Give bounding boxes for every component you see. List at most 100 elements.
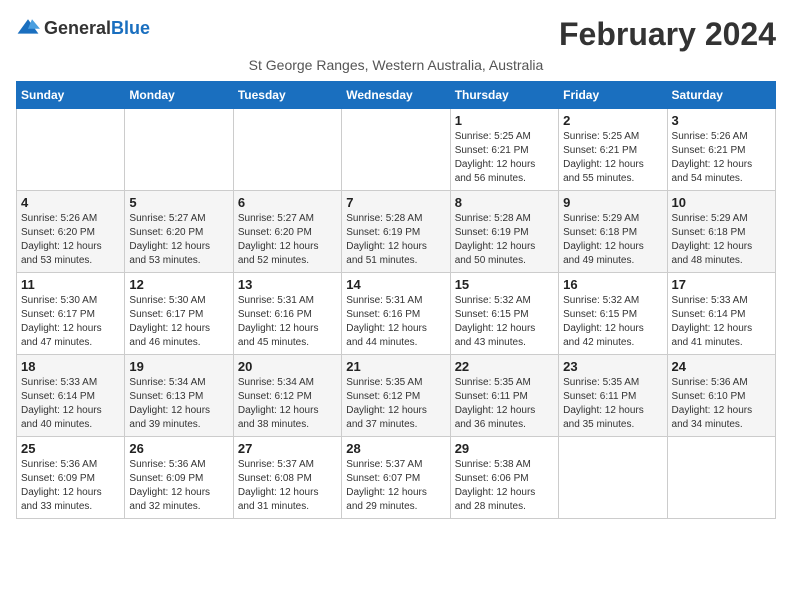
day-info: Sunrise: 5:25 AMSunset: 6:21 PMDaylight:…: [563, 130, 662, 186]
day-cell: 23 Sunrise: 5:35 AMSunset: 6:11 PMDayligh…: [559, 355, 667, 437]
day-cell: 5 Sunrise: 5:27 AMSunset: 6:20 PMDaylight…: [125, 191, 233, 273]
day-number: 16: [563, 277, 662, 292]
day-number: 27: [238, 441, 337, 456]
day-cell: 4 Sunrise: 5:26 AMSunset: 6:20 PMDaylight…: [17, 191, 125, 273]
day-cell: 17 Sunrise: 5:33 AMSunset: 6:14 PMDayligh…: [667, 273, 775, 355]
day-info: Sunrise: 5:28 AMSunset: 6:19 PMDaylight:…: [455, 212, 554, 268]
logo-blue: Blue: [111, 18, 150, 38]
day-cell: [559, 437, 667, 519]
day-info: Sunrise: 5:26 AMSunset: 6:20 PMDaylight:…: [21, 212, 120, 268]
logo-icon: [16, 16, 40, 40]
weekday-header-sunday: Sunday: [17, 82, 125, 109]
day-number: 20: [238, 359, 337, 374]
day-info: Sunrise: 5:25 AMSunset: 6:21 PMDaylight:…: [455, 130, 554, 186]
day-info: Sunrise: 5:36 AMSunset: 6:09 PMDaylight:…: [129, 458, 228, 514]
day-cell: [667, 437, 775, 519]
day-info: Sunrise: 5:34 AMSunset: 6:13 PMDaylight:…: [129, 376, 228, 432]
day-info: Sunrise: 5:27 AMSunset: 6:20 PMDaylight:…: [129, 212, 228, 268]
weekday-header-monday: Monday: [125, 82, 233, 109]
day-cell: 15 Sunrise: 5:32 AMSunset: 6:15 PMDayligh…: [450, 273, 558, 355]
day-cell: [17, 109, 125, 191]
day-cell: 14Sunrise: 5:31 AMSunset: 6:16 PMDayligh…: [342, 273, 450, 355]
day-cell: 9Sunrise: 5:29 AMSunset: 6:18 PMDaylight…: [559, 191, 667, 273]
day-cell: 11Sunrise: 5:30 AMSunset: 6:17 PMDayligh…: [17, 273, 125, 355]
weekday-header-tuesday: Tuesday: [233, 82, 341, 109]
day-number: 23: [563, 359, 662, 374]
day-info: Sunrise: 5:32 AMSunset: 6:15 PMDaylight:…: [455, 294, 554, 350]
week-row-3: 11 Sunrise: 5:30 AMSunset: 6:17 PMDayligh…: [17, 273, 776, 355]
day-info: Sunrise: 5:26 AMSunset: 6:21 PMDaylight:…: [672, 130, 771, 186]
day-cell: 7 Sunrise: 5:28 AMSunset: 6:19 PMDaylight…: [342, 191, 450, 273]
day-cell: 26Sunrise: 5:36 AMSunset: 6:09 PMDayligh…: [125, 437, 233, 519]
day-cell: 24 Sunrise: 5:36 AMSunset: 6:10 PMDayligh…: [667, 355, 775, 437]
day-number: 25: [21, 441, 120, 456]
page-header: GeneralBlue February 2024: [16, 16, 776, 53]
day-number: 2: [563, 113, 662, 128]
day-info: Sunrise: 5:38 AMSunset: 6:06 PMDaylight:…: [455, 458, 554, 514]
logo: GeneralBlue: [16, 16, 150, 40]
week-row-4: 18 Sunrise: 5:33 AMSunset: 6:14 PMDayligh…: [17, 355, 776, 437]
day-cell: 18 Sunrise: 5:33 AMSunset: 6:14 PMDayligh…: [17, 355, 125, 437]
day-cell: 29Sunrise: 5:38 AMSunset: 6:06 PMDayligh…: [450, 437, 558, 519]
day-cell: 8 Sunrise: 5:28 AMSunset: 6:19 PMDaylight…: [450, 191, 558, 273]
day-cell: 1 Sunrise: 5:25 AMSunset: 6:21 PMDaylight…: [450, 109, 558, 191]
day-cell: 10 Sunrise: 5:29 AMSunset: 6:18 PMDayligh…: [667, 191, 775, 273]
calendar: SundayMondayTuesdayWednesdayThursdayFrid…: [16, 81, 776, 519]
weekday-header-thursday: Thursday: [450, 82, 558, 109]
day-number: 28: [346, 441, 445, 456]
day-number: 14: [346, 277, 445, 292]
day-info: Sunrise: 5:33 AMSunset: 6:14 PMDaylight:…: [21, 376, 120, 432]
day-info: Sunrise: 5:36 AMSunset: 6:10 PMDaylight:…: [672, 376, 771, 432]
day-number: 8: [455, 195, 554, 210]
day-cell: [342, 109, 450, 191]
week-row-1: 1 Sunrise: 5:25 AMSunset: 6:21 PMDaylight…: [17, 109, 776, 191]
day-cell: 22 Sunrise: 5:35 AMSunset: 6:11 PMDayligh…: [450, 355, 558, 437]
week-row-2: 4 Sunrise: 5:26 AMSunset: 6:20 PMDaylight…: [17, 191, 776, 273]
day-number: 22: [455, 359, 554, 374]
day-cell: 25 Sunrise: 5:36 AMSunset: 6:09 PMDayligh…: [17, 437, 125, 519]
day-cell: 12Sunrise: 5:30 AMSunset: 6:17 PMDayligh…: [125, 273, 233, 355]
day-number: 13: [238, 277, 337, 292]
day-cell: 27 Sunrise: 5:37 AMSunset: 6:08 PMDayligh…: [233, 437, 341, 519]
day-info: Sunrise: 5:37 AMSunset: 6:08 PMDaylight:…: [238, 458, 337, 514]
day-info: Sunrise: 5:27 AMSunset: 6:20 PMDaylight:…: [238, 212, 337, 268]
day-cell: 21 Sunrise: 5:35 AMSunset: 6:12 PMDayligh…: [342, 355, 450, 437]
day-number: 18: [21, 359, 120, 374]
day-info: Sunrise: 5:36 AMSunset: 6:09 PMDaylight:…: [21, 458, 120, 514]
day-cell: 13Sunrise: 5:31 AMSunset: 6:16 PMDayligh…: [233, 273, 341, 355]
month-title: February 2024: [559, 16, 776, 53]
day-number: 9: [563, 195, 662, 210]
day-number: 3: [672, 113, 771, 128]
day-info: Sunrise: 5:37 AMSunset: 6:07 PMDaylight:…: [346, 458, 445, 514]
day-number: 6: [238, 195, 337, 210]
weekday-header-saturday: Saturday: [667, 82, 775, 109]
day-number: 5: [129, 195, 228, 210]
logo-general: General: [44, 18, 111, 38]
week-row-5: 25 Sunrise: 5:36 AMSunset: 6:09 PMDayligh…: [17, 437, 776, 519]
day-cell: 16 Sunrise: 5:32 AMSunset: 6:15 PMDayligh…: [559, 273, 667, 355]
day-cell: [125, 109, 233, 191]
day-number: 4: [21, 195, 120, 210]
day-number: 17: [672, 277, 771, 292]
day-number: 21: [346, 359, 445, 374]
day-cell: 19Sunrise: 5:34 AMSunset: 6:13 PMDayligh…: [125, 355, 233, 437]
day-info: Sunrise: 5:33 AMSunset: 6:14 PMDaylight:…: [672, 294, 771, 350]
day-number: 10: [672, 195, 771, 210]
day-info: Sunrise: 5:30 AMSunset: 6:17 PMDaylight:…: [129, 294, 228, 350]
day-number: 7: [346, 195, 445, 210]
day-number: 11: [21, 277, 120, 292]
day-number: 24: [672, 359, 771, 374]
day-info: Sunrise: 5:35 AMSunset: 6:11 PMDaylight:…: [455, 376, 554, 432]
day-cell: [233, 109, 341, 191]
day-number: 1: [455, 113, 554, 128]
day-cell: 2 Sunrise: 5:25 AMSunset: 6:21 PMDaylight…: [559, 109, 667, 191]
day-info: Sunrise: 5:35 AMSunset: 6:12 PMDaylight:…: [346, 376, 445, 432]
day-info: Sunrise: 5:28 AMSunset: 6:19 PMDaylight:…: [346, 212, 445, 268]
weekday-header-friday: Friday: [559, 82, 667, 109]
day-cell: 3 Sunrise: 5:26 AMSunset: 6:21 PMDaylight…: [667, 109, 775, 191]
day-info: Sunrise: 5:35 AMSunset: 6:11 PMDaylight:…: [563, 376, 662, 432]
day-info: Sunrise: 5:32 AMSunset: 6:15 PMDaylight:…: [563, 294, 662, 350]
day-info: Sunrise: 5:29 AMSunset: 6:18 PMDaylight:…: [672, 212, 771, 268]
day-number: 15: [455, 277, 554, 292]
day-info: Sunrise: 5:34 AMSunset: 6:12 PMDaylight:…: [238, 376, 337, 432]
